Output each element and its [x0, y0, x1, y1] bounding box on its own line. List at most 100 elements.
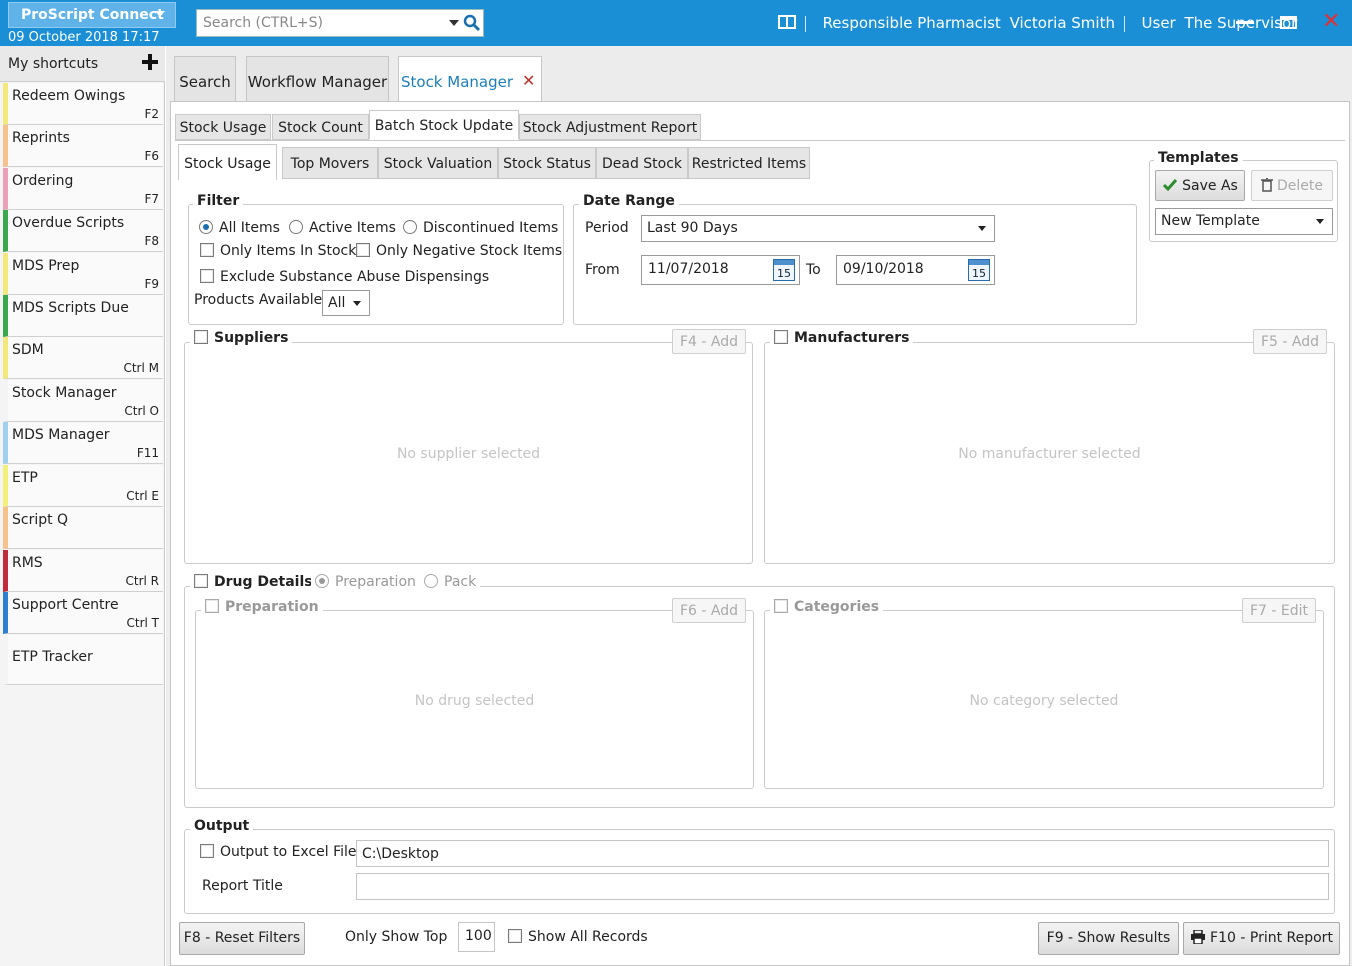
shortcut-label: ETP Tracker: [12, 649, 93, 665]
book-icon[interactable]: [778, 15, 796, 29]
add-manufacturer-button[interactable]: F5 - Add: [1253, 329, 1327, 354]
global-search[interactable]: [196, 9, 484, 37]
radio-all-items[interactable]: All Items: [199, 220, 280, 236]
delete-template-button[interactable]: Delete: [1251, 170, 1333, 201]
products-available-select[interactable]: All: [322, 290, 370, 316]
tab-dead-stock[interactable]: Dead Stock: [596, 147, 688, 179]
reset-filters-button[interactable]: F8 - Reset Filters: [179, 922, 305, 955]
search-dropdown-icon[interactable]: [449, 20, 459, 26]
tab-stock-count[interactable]: Stock Count: [272, 114, 369, 140]
tab-stock-usage[interactable]: Stock Usage: [175, 114, 271, 140]
from-date-field[interactable]: 11/07/2018 15: [641, 255, 800, 285]
shortcut-item[interactable]: ETP Tracker: [3, 635, 163, 685]
suppliers-empty-message: No supplier selected: [396, 446, 541, 462]
save-as-button[interactable]: Save As: [1155, 170, 1245, 201]
pharmacist-name[interactable]: Victoria Smith: [1010, 14, 1115, 32]
shortcut-item[interactable]: Stock Manager Ctrl O: [3, 380, 163, 422]
tab-label: Stock Valuation: [383, 156, 493, 172]
radio-label: Discontinued Items: [423, 220, 559, 236]
checkbox-output-excel[interactable]: Output to Excel File: [200, 844, 357, 860]
excel-path-field[interactable]: C:\Desktop: [356, 840, 1329, 867]
tab-search[interactable]: Search: [174, 56, 236, 101]
tab-stock-manager[interactable]: Stock Manager: [398, 56, 542, 103]
shortcut-item[interactable]: Redeem Owings F2: [3, 83, 163, 125]
shortcut-item[interactable]: MDS Scripts Due: [3, 295, 163, 337]
checkbox-icon: [200, 269, 214, 283]
app-menu-button[interactable]: ProScript Connect: [8, 2, 176, 28]
shortcut-item[interactable]: RMS Ctrl R: [3, 550, 163, 592]
checkbox-only-in-stock[interactable]: Only Items In Stock: [200, 243, 356, 259]
shortcut-item[interactable]: MDS Prep F9: [3, 253, 163, 295]
radio-active-items[interactable]: Active Items: [289, 220, 396, 236]
categories-checkbox[interactable]: [774, 599, 788, 613]
tab-workflow-manager[interactable]: Workflow Manager: [246, 56, 389, 101]
shortcut-item[interactable]: ETP Ctrl E: [3, 465, 163, 507]
stock-manager-panel: Stock Usage Stock Count Batch Stock Upda…: [170, 101, 1350, 966]
report-title-field[interactable]: [356, 873, 1329, 900]
categories-header: Categories: [770, 599, 884, 615]
shortcut-item[interactable]: Overdue Scripts F8: [3, 210, 163, 252]
shortcut-label: Reprints: [12, 130, 70, 146]
shortcut-key: F6: [144, 149, 159, 163]
shortcut-label: MDS Manager: [12, 427, 110, 443]
tab-label: Batch Stock Update: [374, 118, 514, 134]
printer-icon: [1191, 929, 1206, 945]
check-icon: [1163, 179, 1178, 192]
edit-categories-button[interactable]: F7 - Edit: [1242, 598, 1316, 623]
tab-stock-status[interactable]: Stock Status: [498, 147, 596, 179]
shortcut-item[interactable]: MDS Manager F11: [3, 422, 163, 464]
divider: [804, 15, 806, 32]
template-select[interactable]: New Template: [1155, 208, 1333, 235]
tab-label: Dead Stock: [601, 156, 683, 172]
shortcut-item[interactable]: Script Q: [3, 507, 163, 549]
close-icon[interactable]: ✕: [1322, 11, 1340, 33]
radio-discontinued-items[interactable]: Discontinued Items: [403, 220, 558, 236]
add-supplier-button[interactable]: F4 - Add: [672, 329, 746, 354]
tab-top-movers[interactable]: Top Movers: [282, 147, 378, 179]
radio-icon: [403, 220, 417, 234]
close-tab-icon[interactable]: ✕: [522, 71, 535, 90]
tab-restricted-items[interactable]: Restricted Items: [688, 147, 810, 179]
radio-label: Active Items: [309, 220, 396, 236]
suppliers-checkbox[interactable]: [194, 330, 208, 344]
manufacturers-checkbox[interactable]: [774, 330, 788, 344]
minimize-icon[interactable]: [1236, 21, 1254, 24]
shortcut-label: RMS: [12, 555, 43, 571]
top-count-field[interactable]: 100: [458, 922, 495, 952]
preparation-checkbox[interactable]: [205, 599, 219, 613]
show-results-button[interactable]: F9 - Show Results: [1038, 922, 1179, 955]
period-select[interactable]: Last 90 Days: [641, 215, 995, 242]
tab-stock-usage-report[interactable]: Stock Usage: [178, 144, 277, 180]
search-input[interactable]: [201, 13, 441, 33]
shortcut-item[interactable]: Reprints F6: [3, 125, 163, 167]
tab-batch-stock-update[interactable]: Batch Stock Update: [369, 110, 519, 139]
maximize-icon[interactable]: [1280, 16, 1297, 29]
radio-label: All Items: [219, 220, 280, 236]
to-date-field[interactable]: 09/10/2018 15: [836, 255, 995, 285]
checkbox-exclude-substance-abuse[interactable]: Exclude Substance Abuse Dispensings: [200, 269, 489, 285]
add-icon[interactable]: [142, 54, 158, 70]
tab-label: Search: [179, 73, 231, 91]
shortcut-item[interactable]: SDM Ctrl M: [3, 337, 163, 379]
select-value: All: [328, 295, 346, 311]
drug-details-title: Drug Details: [214, 574, 313, 590]
calendar-icon[interactable]: 15: [773, 259, 795, 281]
date-value: 09/10/2018: [843, 261, 924, 277]
drug-details-checkbox[interactable]: [194, 574, 208, 588]
search-icon[interactable]: [463, 14, 481, 32]
print-report-button[interactable]: F10 - Print Report: [1183, 922, 1340, 955]
tab-label: Top Movers: [290, 156, 370, 172]
tab-stock-valuation[interactable]: Stock Valuation: [378, 147, 498, 179]
radio-pack[interactable]: Pack: [420, 574, 481, 590]
button-label: F10 - Print Report: [1210, 930, 1333, 946]
radio-preparation[interactable]: Preparation: [311, 574, 420, 590]
shortcut-item[interactable]: Ordering F7: [3, 168, 163, 210]
shortcut-item[interactable]: Support Centre Ctrl T: [3, 592, 163, 634]
calendar-icon[interactable]: 15: [968, 259, 990, 281]
checkbox-show-all-records[interactable]: Show All Records: [508, 929, 648, 945]
tab-stock-adjustment-report[interactable]: Stock Adjustment Report: [519, 114, 701, 140]
preparation-title: Preparation: [225, 599, 319, 615]
button-label: F7 - Edit: [1249, 603, 1309, 619]
checkbox-only-negative-stock[interactable]: Only Negative Stock Items: [356, 243, 562, 259]
add-drug-button[interactable]: F6 - Add: [672, 598, 746, 623]
